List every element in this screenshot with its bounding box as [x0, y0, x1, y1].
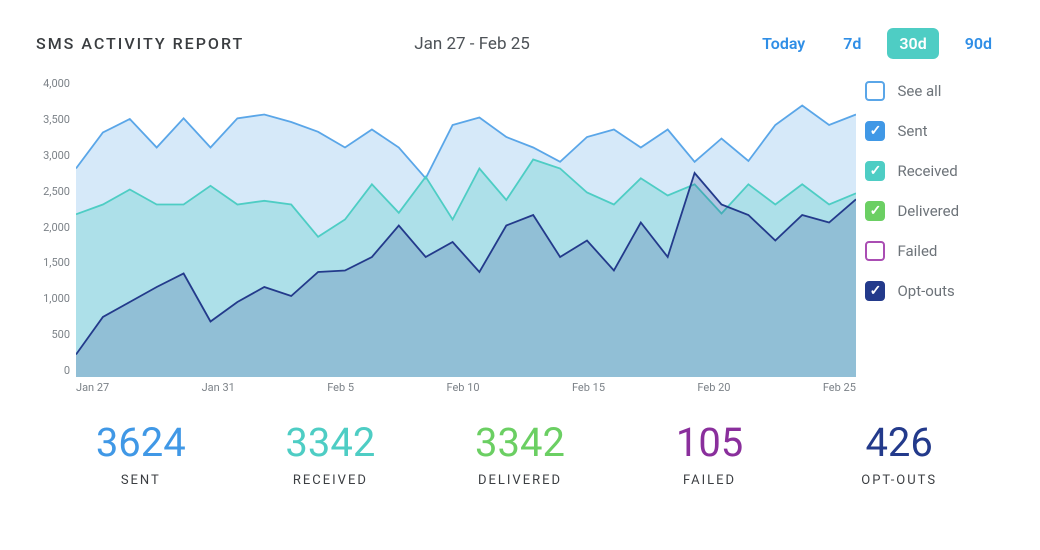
chart-svg — [76, 77, 856, 377]
x-tick: Feb 20 — [697, 381, 730, 394]
legend-label: Received — [897, 162, 957, 180]
checkbox-icon — [865, 241, 885, 261]
legend-label: Delivered — [897, 202, 959, 220]
stat-label: SENT — [46, 473, 236, 488]
x-tick: Feb 25 — [823, 381, 856, 394]
y-tick: 3,500 — [36, 113, 70, 126]
y-tick: 1,500 — [36, 256, 70, 269]
legend-item-delivered[interactable]: Delivered — [865, 201, 1004, 221]
stat-value: 3624 — [46, 423, 236, 463]
x-tick: Jan 27 — [76, 381, 109, 394]
range-picker-30d[interactable]: 30d — [887, 28, 938, 59]
stat-value: 105 — [615, 423, 805, 463]
legend-item-sent[interactable]: Sent — [865, 121, 1004, 141]
x-tick: Jan 31 — [202, 381, 235, 394]
stat-opt-outs: 426 OPT-OUTS — [804, 423, 994, 488]
x-axis-ticks: Jan 27 Jan 31 Feb 5 Feb 10 Feb 15 Feb 20 Feb 2… — [76, 381, 856, 394]
legend-item-received[interactable]: Received — [865, 161, 1004, 181]
summary-stats: 3624SENT3342RECEIVED3342DELIVERED105FAIL… — [36, 423, 1004, 488]
y-tick: 2,500 — [36, 185, 70, 198]
range-picker: Today 7d 30d 90d — [750, 28, 1004, 59]
stat-sent: 3624 SENT — [46, 423, 236, 488]
checkbox-icon — [865, 281, 885, 301]
checkbox-icon — [865, 201, 885, 221]
range-picker-today[interactable]: Today — [750, 28, 817, 59]
checkbox-icon — [865, 81, 885, 101]
stat-label: OPT-OUTS — [804, 473, 994, 488]
x-tick: Feb 15 — [572, 381, 605, 394]
y-tick: 2,000 — [36, 221, 70, 234]
legend-item-failed[interactable]: Failed — [865, 241, 1004, 261]
chart-plot — [76, 77, 856, 377]
y-tick: 500 — [36, 328, 70, 341]
x-tick: Feb 5 — [327, 381, 354, 394]
y-tick: 4,000 — [36, 77, 70, 90]
y-tick: 3,000 — [36, 149, 70, 162]
range-picker-7d[interactable]: 7d — [831, 28, 873, 59]
chart-legend: See all Sent Received Delivered Failed Opt-ou… — [865, 77, 1004, 397]
stat-delivered: 3342 DELIVERED — [425, 423, 615, 488]
date-range-label: Jan 27 - Feb 25 — [414, 34, 530, 54]
stat-value: 3342 — [425, 423, 615, 463]
stat-label: DELIVERED — [425, 473, 615, 488]
y-tick: 0 — [36, 364, 70, 377]
legend-label: Sent — [897, 122, 927, 140]
page-title: SMS ACTIVITY REPORT — [36, 34, 244, 53]
legend-label: Failed — [897, 242, 937, 260]
stat-label: RECEIVED — [236, 473, 426, 488]
legend-label: See all — [897, 82, 941, 100]
y-axis-ticks: 4,000 3,500 3,000 2,500 2,000 1,500 1,000 500 0 — [36, 77, 70, 377]
stat-value: 3342 — [236, 423, 426, 463]
checkbox-icon — [865, 121, 885, 141]
checkbox-icon — [865, 161, 885, 181]
stat-value: 426 — [804, 423, 994, 463]
legend-label: Opt-outs — [897, 282, 954, 300]
range-picker-90d[interactable]: 90d — [953, 28, 1004, 59]
legend-item-opt-outs[interactable]: Opt-outs — [865, 281, 1004, 301]
chart-area: 4,0003,5003,0002,5002,0001,5001,0005000 … — [36, 77, 847, 397]
stat-label: FAILED — [615, 473, 805, 488]
stat-received: 3342 RECEIVED — [236, 423, 426, 488]
stat-failed: 105 FAILED — [615, 423, 805, 488]
y-tick: 1,000 — [36, 292, 70, 305]
legend-item-see-all[interactable]: See all — [865, 81, 1004, 101]
x-tick: Feb 10 — [446, 381, 479, 394]
